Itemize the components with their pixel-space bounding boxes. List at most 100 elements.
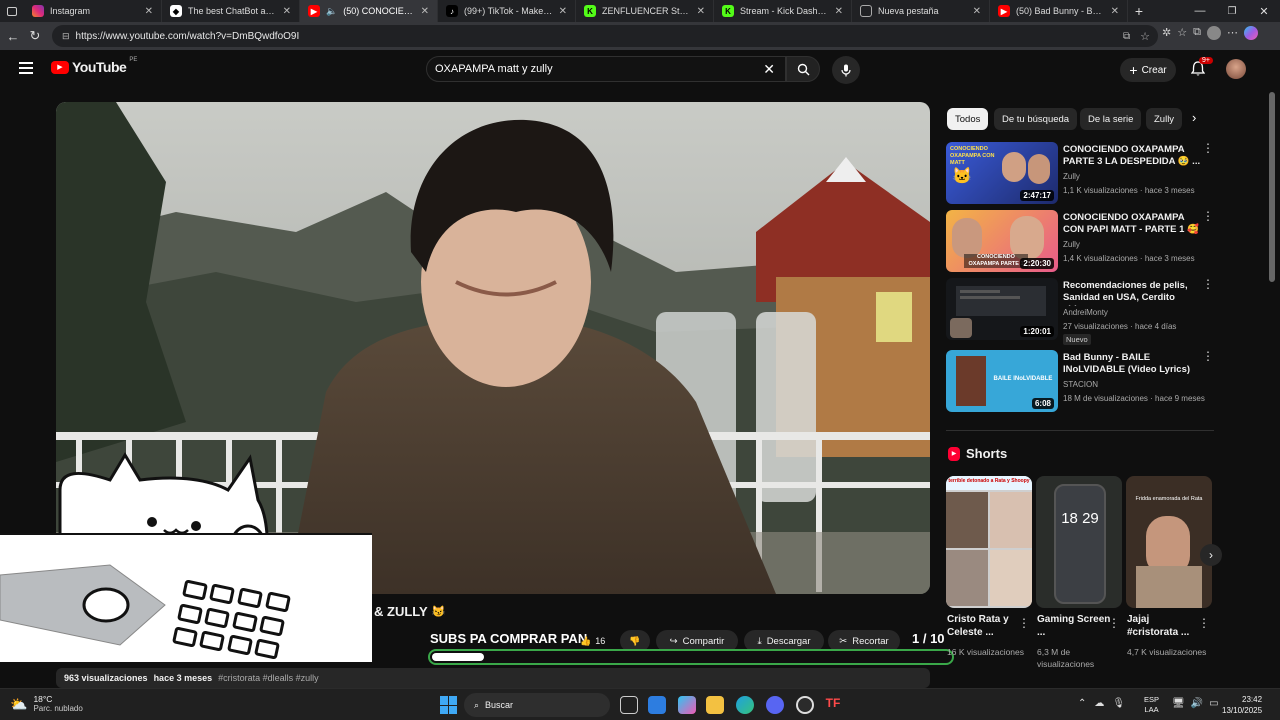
- site-info-icon[interactable]: ⊟: [62, 31, 70, 42]
- hashtags[interactable]: #cristorata #dlealls #zully: [218, 673, 319, 683]
- video-thumbnail[interactable]: BAILE INoLVIDABLE 6:08: [946, 350, 1058, 412]
- speaker-icon[interactable]: 🔈: [326, 6, 337, 17]
- more-actions-icon[interactable]: ⋮: [1198, 617, 1278, 629]
- video-description-bar[interactable]: 963 visualizaciones hace 3 meses #cristo…: [56, 668, 930, 688]
- collections-icon[interactable]: ⧉: [1193, 26, 1201, 40]
- discord-icon[interactable]: [766, 696, 784, 714]
- clear-search-icon[interactable]: ✕: [763, 61, 775, 78]
- video-title[interactable]: Recomendaciones de pelis, Sanidad en USA…: [1063, 280, 1203, 306]
- recommendation-item[interactable]: 1:20:01 Recomendaciones de pelis, Sanida…: [946, 278, 1216, 345]
- tab-youtube-current[interactable]: ▶ 🔈 (50) CONOCIENDO OX ✕: [300, 0, 438, 22]
- store-icon[interactable]: [648, 696, 666, 714]
- tab-new-tab[interactable]: Nueva pestaña ✕: [852, 0, 990, 22]
- chevron-right-icon[interactable]: ›: [1192, 110, 1196, 125]
- minimize-icon[interactable]: —: [1184, 5, 1216, 17]
- language-indicator[interactable]: ESP LAA: [1144, 695, 1159, 715]
- address-bar[interactable]: ⊟ https://www.youtube.com/watch?v=DmBQwd…: [52, 25, 1158, 47]
- close-icon[interactable]: ✕: [973, 6, 981, 17]
- maximize-icon[interactable]: ❐: [1216, 6, 1248, 17]
- voice-search-button[interactable]: [832, 56, 860, 84]
- video-title[interactable]: CONOCIENDO OXAPAMPA CON PAPI MATT - PART…: [1063, 212, 1203, 238]
- clock[interactable]: 23:42 13/10/2025: [1222, 694, 1262, 716]
- shorts-next-button[interactable]: ›: [1200, 544, 1222, 566]
- new-tab-plus-icon[interactable]: +: [1128, 3, 1150, 19]
- chip-zully[interactable]: Zully: [1146, 108, 1183, 130]
- video-player[interactable]: [56, 102, 930, 594]
- recommendation-item[interactable]: CONOCIENDO OXAPAMPA PARTE 1 2:20:30 CONO…: [946, 210, 1216, 274]
- reload-icon[interactable]: ↻: [24, 25, 46, 47]
- task-view-icon[interactable]: [620, 696, 638, 714]
- network-icon[interactable]: 🖥: [1172, 698, 1185, 709]
- youtube-logo[interactable]: ▶ YouTube PE: [51, 57, 137, 75]
- video-thumbnail[interactable]: CONOCIENDO OXAPAMPA CON MATT 🐱 2:47:17: [946, 142, 1058, 204]
- close-icon[interactable]: ✕: [1111, 6, 1119, 17]
- chip-series[interactable]: De la serie: [1080, 108, 1142, 130]
- favorite-star-icon[interactable]: ☆: [1140, 30, 1150, 43]
- search-input[interactable]: OXAPAMPA matt y zully ✕: [426, 56, 786, 82]
- tab-instagram[interactable]: Instagram ✕: [24, 0, 162, 22]
- chevron-up-icon[interactable]: ⌃: [1078, 698, 1086, 709]
- close-icon[interactable]: ✕: [421, 6, 429, 17]
- microphone-icon[interactable]: 🎙: [1112, 698, 1125, 709]
- page-scrollbar[interactable]: [1268, 88, 1276, 688]
- more-options-icon[interactable]: ⋯: [1227, 26, 1238, 40]
- chip-from-search[interactable]: De tu búsqueda: [994, 108, 1078, 130]
- short-title[interactable]: Jajaj #cristorata ...: [1127, 613, 1201, 639]
- video-title[interactable]: CONOCIENDO OXAPAMPA PARTE 3 LA DESPEDIDA…: [1063, 144, 1203, 168]
- start-windows-icon[interactable]: [440, 696, 458, 714]
- more-actions-icon[interactable]: ⋮: [1202, 350, 1214, 362]
- video-title[interactable]: Bad Bunny - BAILE INoLVIDABLE (Video Lyr…: [1063, 352, 1203, 376]
- file-explorer-icon[interactable]: [706, 696, 724, 714]
- channel-name[interactable]: AndreiMonty: [1063, 308, 1108, 317]
- account-avatar[interactable]: [1226, 59, 1246, 79]
- more-actions-icon[interactable]: ⋮: [1202, 210, 1214, 222]
- profile-avatar[interactable]: [1206, 26, 1221, 40]
- tab-chatbot[interactable]: ◆ The best ChatBot and Widg ✕: [162, 0, 300, 22]
- copilot-icon[interactable]: [1243, 26, 1258, 40]
- copilot-app-icon[interactable]: [678, 696, 696, 714]
- close-icon[interactable]: ✕: [835, 6, 843, 17]
- tf-app-icon[interactable]: TF: [824, 696, 842, 714]
- tab-tiktok[interactable]: ♪ (99+) TikTok - Make Your D ✕: [438, 0, 576, 22]
- extensions-icon[interactable]: ✲: [1162, 26, 1171, 40]
- close-icon[interactable]: ✕: [559, 6, 567, 17]
- close-icon[interactable]: ✕: [283, 6, 291, 17]
- short-thumbnail[interactable]: terrible detonado a Rata y Shoopy: [946, 476, 1032, 608]
- weather-widget[interactable]: ⛅ 18°C Parc. nublado: [10, 694, 83, 714]
- volume-icon[interactable]: 🔊: [1191, 698, 1203, 709]
- channel-name[interactable]: Zully: [1063, 240, 1080, 249]
- battery-icon[interactable]: ▭: [1209, 698, 1218, 709]
- onedrive-icon[interactable]: ☁: [1094, 698, 1104, 709]
- tab-zenfluencer[interactable]: K ZENFLUENCER Stream - W ✕: [576, 0, 714, 22]
- tab-kick-dashboard[interactable]: K Stream - Kick Dashboard ✕: [714, 0, 852, 22]
- create-button[interactable]: + Crear: [1120, 58, 1176, 82]
- close-icon[interactable]: ✕: [697, 6, 705, 17]
- more-actions-icon[interactable]: ⋮: [1202, 278, 1214, 290]
- close-window-icon[interactable]: ✕: [1248, 5, 1280, 18]
- app-install-icon[interactable]: ⧉: [1123, 31, 1130, 42]
- short-thumbnail[interactable]: 18 29: [1036, 476, 1122, 608]
- hamburger-menu-icon[interactable]: [19, 62, 33, 74]
- video-thumbnail[interactable]: 1:20:01: [946, 278, 1058, 340]
- short-thumbnail[interactable]: Fridda enamorada del Rata: [1126, 476, 1212, 608]
- scrollbar-thumb[interactable]: [1269, 92, 1275, 282]
- window-menu-icon[interactable]: [0, 0, 24, 22]
- short-title[interactable]: Gaming Screen ...: [1037, 613, 1111, 639]
- close-icon[interactable]: ✕: [145, 6, 153, 17]
- recommendation-item[interactable]: BAILE INoLVIDABLE 6:08 Bad Bunny - BAILE…: [946, 350, 1216, 414]
- notifications-button[interactable]: 9+: [1190, 57, 1213, 79]
- favorites-icon[interactable]: ☆: [1177, 26, 1187, 40]
- obs-icon[interactable]: [796, 696, 814, 714]
- short-title[interactable]: Cristo Rata y Celeste ...: [947, 613, 1021, 639]
- taskbar-search-box[interactable]: ⌕ Buscar: [464, 693, 610, 717]
- back-arrow-icon[interactable]: ←: [2, 25, 24, 47]
- channel-name[interactable]: STACION: [1063, 380, 1098, 389]
- edge-browser-icon[interactable]: [736, 696, 754, 714]
- tab-bad-bunny[interactable]: ▶ (50) Bad Bunny - BAILE INo ✕: [990, 0, 1128, 22]
- video-thumbnail[interactable]: CONOCIENDO OXAPAMPA PARTE 1 2:20:30: [946, 210, 1058, 272]
- search-button[interactable]: [786, 56, 820, 82]
- channel-name[interactable]: Zully: [1063, 172, 1080, 181]
- more-actions-icon[interactable]: ⋮: [1202, 142, 1214, 154]
- recommendation-item[interactable]: CONOCIENDO OXAPAMPA CON MATT 🐱 2:47:17 C…: [946, 142, 1216, 206]
- chip-all[interactable]: Todos: [947, 108, 989, 130]
